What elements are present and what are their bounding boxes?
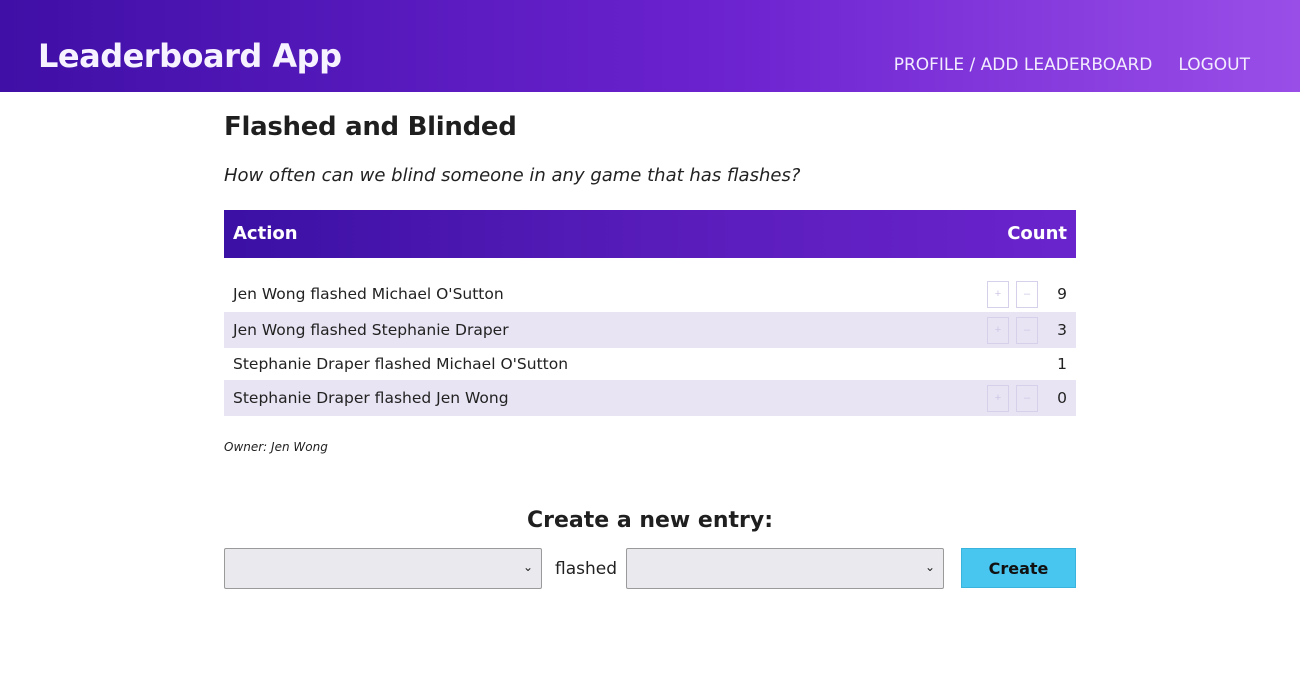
table-row: Jen Wong flashed Michael O'Sutton + – 9: [224, 276, 1076, 312]
create-button[interactable]: Create: [961, 548, 1076, 588]
page-title: Flashed and Blinded: [224, 112, 517, 142]
table-row: Jen Wong flashed Stephanie Draper + – 3: [224, 312, 1076, 348]
owner-label: Owner: Jen Wong: [224, 440, 328, 454]
increment-button[interactable]: +: [987, 281, 1009, 308]
nav-link-logout[interactable]: LOGOUT: [1178, 55, 1250, 75]
row-count: 0: [1057, 389, 1067, 407]
chevron-down-icon: ⌄: [522, 560, 533, 574]
row-label: Stephanie Draper flashed Michael O'Sutto…: [233, 355, 569, 373]
row-count: 3: [1057, 321, 1067, 339]
row-count: 1: [1057, 355, 1067, 373]
table-header: Action Count: [224, 210, 1076, 258]
navbar: Leaderboard App PROFILE / ADD LEADERBOAR…: [0, 0, 1300, 92]
brand-title[interactable]: Leaderboard App: [38, 36, 342, 76]
column-header-count: Count: [1007, 223, 1067, 244]
nav-link-profile[interactable]: PROFILE / ADD LEADERBOARD: [894, 55, 1153, 75]
row-label: Jen Wong flashed Stephanie Draper: [233, 321, 509, 339]
row-label: Stephanie Draper flashed Jen Wong: [233, 389, 509, 407]
decrement-button[interactable]: –: [1016, 317, 1038, 344]
nav-links: PROFILE / ADD LEADERBOARD LOGOUT: [894, 55, 1250, 75]
flashed-connector-label: flashed: [555, 559, 618, 579]
create-entry-title: Create a new entry:: [526, 508, 774, 533]
column-header-action: Action: [233, 223, 298, 244]
target-select[interactable]: ⌄: [626, 548, 944, 589]
table-row: Stephanie Draper flashed Michael O'Sutto…: [224, 348, 1076, 380]
chevron-down-icon: ⌄: [924, 560, 935, 574]
row-count: 9: [1057, 285, 1067, 303]
decrement-button[interactable]: –: [1016, 281, 1038, 308]
increment-button[interactable]: +: [987, 385, 1009, 412]
table-row: Stephanie Draper flashed Jen Wong + – 0: [224, 380, 1076, 416]
flasher-select[interactable]: ⌄: [224, 548, 542, 589]
row-label: Jen Wong flashed Michael O'Sutton: [233, 285, 504, 303]
page-subtitle: How often can we blind someone in any ga…: [224, 165, 801, 186]
decrement-button[interactable]: –: [1016, 385, 1038, 412]
increment-button[interactable]: +: [987, 317, 1009, 344]
